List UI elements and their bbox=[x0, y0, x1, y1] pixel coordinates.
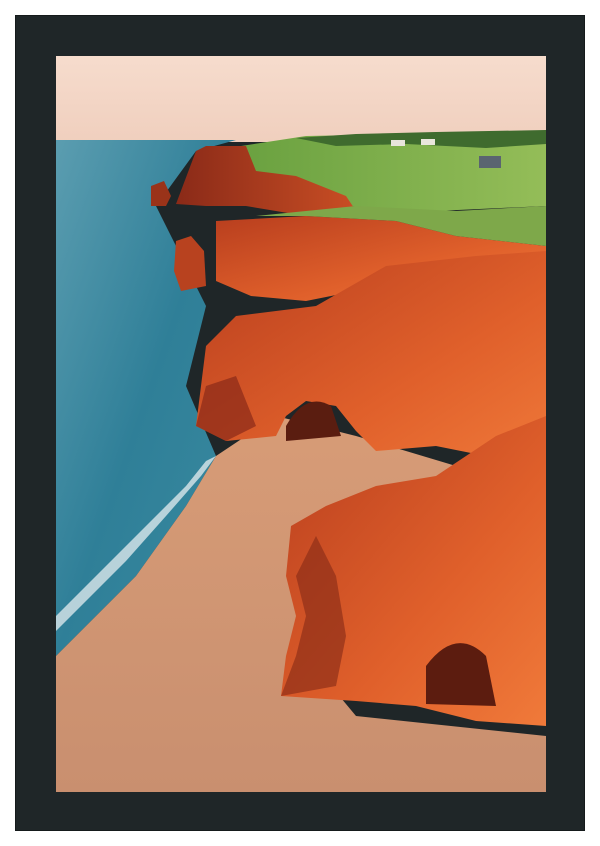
picture-frame bbox=[16, 16, 584, 830]
coastal-cliff-scene bbox=[56, 56, 546, 792]
farmhouse bbox=[479, 156, 501, 168]
farmhouse-2 bbox=[391, 140, 405, 146]
sky bbox=[56, 56, 546, 142]
sea-stack-near bbox=[174, 236, 206, 291]
frame-mat bbox=[54, 54, 546, 792]
framed-photograph bbox=[56, 56, 546, 792]
farmhouse-3 bbox=[421, 139, 435, 145]
